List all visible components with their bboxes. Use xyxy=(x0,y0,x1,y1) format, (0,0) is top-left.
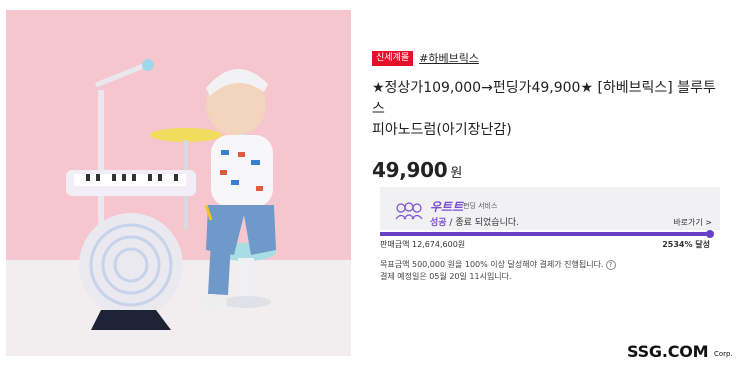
ssg-logo: SSG.COM xyxy=(627,342,709,361)
ssg-logo-corp: Corp. xyxy=(714,350,733,358)
notice-line-1-text: 목표금액 500,000 원을 100% 이상 달성해야 결제가 진행됩니다. xyxy=(380,260,604,269)
help-icon[interactable]: ? xyxy=(605,259,616,270)
funding-progress-bar xyxy=(380,230,714,238)
product-info: 신세계몰 #하베브릭스 ★정상가109,000→펀딩가49,900★ [하베브릭… xyxy=(372,50,722,182)
brand-tag-link[interactable]: #하베브릭스 xyxy=(419,50,479,66)
funding-service-logo: 우트트 xyxy=(430,200,464,214)
mall-badge: 신세계몰 xyxy=(372,50,414,66)
go-to-link[interactable]: 바로가기 > xyxy=(673,217,712,228)
notice-line-1: 목표금액 500,000 원을 100% 이상 달성해야 결제가 진행됩니다.? xyxy=(380,259,710,271)
funding-status-rest: / 종료 되었습니다. xyxy=(446,218,519,228)
notice-line-2: 결제 예정일은 05월 20일 11시입니다. xyxy=(380,272,512,281)
price-row: 49,900 원 xyxy=(372,158,722,182)
achievement-rate: 2534% 달성 xyxy=(662,240,710,249)
badge-row: 신세계몰 #하베브릭스 xyxy=(372,50,722,66)
funding-status-ok: 성공 xyxy=(430,218,447,228)
funding-notice: 목표금액 500,000 원을 100% 이상 달성해야 결제가 진행됩니다.?… xyxy=(380,259,710,283)
people-group-icon xyxy=(395,202,423,220)
product-image xyxy=(6,10,351,356)
progress-knob xyxy=(706,230,714,238)
sales-amount: 판매금액 12,674,600원 xyxy=(380,240,466,249)
funding-status-box: 우트트 펀딩 서비스 성공 / 종료 되었습니다. 바로가기 > xyxy=(380,187,720,230)
product-title: ★정상가109,000→펀딩가49,900★ [하베브릭스] 블루투스 피아노드… xyxy=(372,78,717,141)
price-value: 49,900 xyxy=(372,158,448,182)
funding-service-label: 펀딩 서비스 xyxy=(463,202,498,210)
sales-row: 판매금액 12,674,600원 2534% 달성 xyxy=(380,239,710,250)
kid-drum-illustration xyxy=(66,59,276,330)
price-unit: 원 xyxy=(450,166,463,181)
title-line-2: 피아노드럼(아기장난감) xyxy=(372,122,512,138)
title-line-1: ★정상가109,000→펀딩가49,900★ [하베브릭스] 블루투스 xyxy=(372,80,716,117)
funding-status-text: 성공 / 종료 되었습니다. xyxy=(430,215,519,228)
funding-progress-fill xyxy=(380,230,714,238)
